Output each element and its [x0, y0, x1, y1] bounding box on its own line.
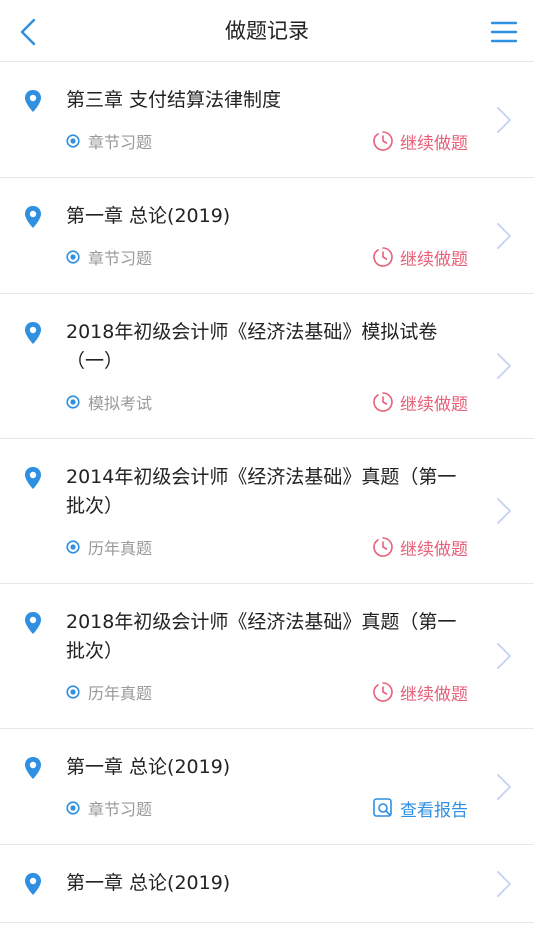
record-title: 第一章 总论(2019)	[66, 756, 231, 778]
record-meta: 历年真题 继续做题	[66, 680, 468, 705]
radio-dot-icon	[66, 134, 80, 148]
record-action-button[interactable]: 继续做题	[372, 535, 468, 560]
record-action-label: 继续做题	[400, 394, 468, 415]
chevron-right-icon	[497, 222, 511, 249]
record-meta: 章节习题 继续做题	[66, 245, 468, 270]
location-pin-icon	[25, 90, 41, 112]
record-type-label: 章节习题	[88, 800, 153, 819]
chevron-right-icon	[497, 643, 511, 669]
record-meta: 历年真题 继续做题	[66, 535, 468, 560]
record-type: 章节习题	[66, 129, 152, 153]
top-nav-bar: 做题记录	[0, 0, 534, 62]
record-item[interactable]: 2018年初级会计师《经济法基础》真题（第一批次） 历年真题 继续做题	[0, 584, 534, 729]
record-item[interactable]: 2018年初级会计师《经济法基础》模拟试卷（一） 模拟考试 继续做题	[0, 294, 534, 439]
location-pin-icon	[25, 873, 41, 895]
menu-button[interactable]	[484, 12, 524, 52]
chevron-right-icon	[497, 353, 511, 379]
record-item[interactable]: 第一章 总论(2019) 章节习题 继续做题	[0, 178, 534, 294]
record-title: 第一章 总论(2019)	[66, 872, 231, 894]
record-item[interactable]: 第一章 总论(2019) 章节习题 查看报告	[0, 729, 534, 845]
chevron-right-icon	[497, 498, 511, 524]
record-action-button[interactable]: 继续做题	[372, 129, 468, 154]
timer-icon	[373, 247, 393, 267]
record-type: 模拟考试	[66, 390, 152, 414]
record-action-label: 继续做题	[400, 133, 468, 154]
chevron-right-icon	[497, 870, 511, 897]
report-search-icon	[373, 798, 392, 817]
location-pin-icon	[25, 467, 41, 489]
record-type: 章节习题	[66, 796, 152, 820]
record-type-label: 历年真题	[88, 684, 153, 703]
record-item[interactable]: 2014年初级会计师《经济法基础》真题（第一批次） 历年真题 继续做题	[0, 439, 534, 584]
record-type: 历年真题	[66, 535, 152, 559]
record-action-button[interactable]: 继续做题	[372, 390, 468, 415]
chevron-left-icon	[20, 18, 36, 46]
record-action-label: 继续做题	[400, 539, 468, 560]
menu-icon	[490, 21, 518, 43]
record-meta: 章节习题 继续做题	[66, 129, 468, 154]
record-title: 第一章 总论(2019)	[66, 205, 231, 227]
radio-dot-icon	[66, 540, 80, 554]
record-meta: 章节习题 查看报告	[66, 796, 468, 821]
record-item[interactable]: 第一章 总论(2019)	[0, 845, 534, 923]
record-title: 2014年初级会计师《经济法基础》真题（第一批次）	[66, 466, 457, 517]
record-list: 第三章 支付结算法律制度 章节习题 继续做题 第一章 总论(2019) 章节习题…	[0, 62, 534, 923]
record-action-button[interactable]: 查看报告	[372, 796, 468, 821]
record-type: 历年真题	[66, 680, 152, 704]
chevron-right-icon	[497, 773, 511, 800]
chevron-right-icon	[497, 106, 511, 133]
record-action-button[interactable]: 继续做题	[372, 680, 468, 705]
radio-dot-icon	[66, 250, 80, 264]
record-action-label: 继续做题	[400, 249, 468, 270]
record-title: 第三章 支付结算法律制度	[66, 89, 282, 111]
timer-icon	[373, 392, 393, 412]
location-pin-icon	[25, 322, 41, 344]
record-action-label: 继续做题	[400, 684, 468, 705]
record-action-button[interactable]: 继续做题	[372, 245, 468, 270]
record-title: 2018年初级会计师《经济法基础》模拟试卷（一）	[66, 321, 438, 372]
record-title: 2018年初级会计师《经济法基础》真题（第一批次）	[66, 611, 457, 662]
radio-dot-icon	[66, 801, 80, 815]
record-item[interactable]: 第三章 支付结算法律制度 章节习题 继续做题	[0, 62, 534, 178]
radio-dot-icon	[66, 395, 80, 409]
record-type-label: 章节习题	[88, 249, 153, 268]
record-type-label: 历年真题	[88, 539, 153, 558]
back-button[interactable]	[10, 12, 46, 52]
record-type-label: 模拟考试	[88, 394, 153, 413]
location-pin-icon	[25, 612, 41, 634]
location-pin-icon	[25, 206, 41, 228]
record-type-label: 章节习题	[88, 133, 153, 152]
radio-dot-icon	[66, 685, 80, 699]
record-type: 章节习题	[66, 245, 152, 269]
record-action-label: 查看报告	[400, 800, 468, 821]
timer-icon	[373, 537, 393, 557]
timer-icon	[373, 131, 393, 151]
page-title: 做题记录	[225, 19, 309, 43]
timer-icon	[373, 682, 393, 702]
location-pin-icon	[25, 757, 41, 779]
record-meta: 模拟考试 继续做题	[66, 390, 468, 415]
